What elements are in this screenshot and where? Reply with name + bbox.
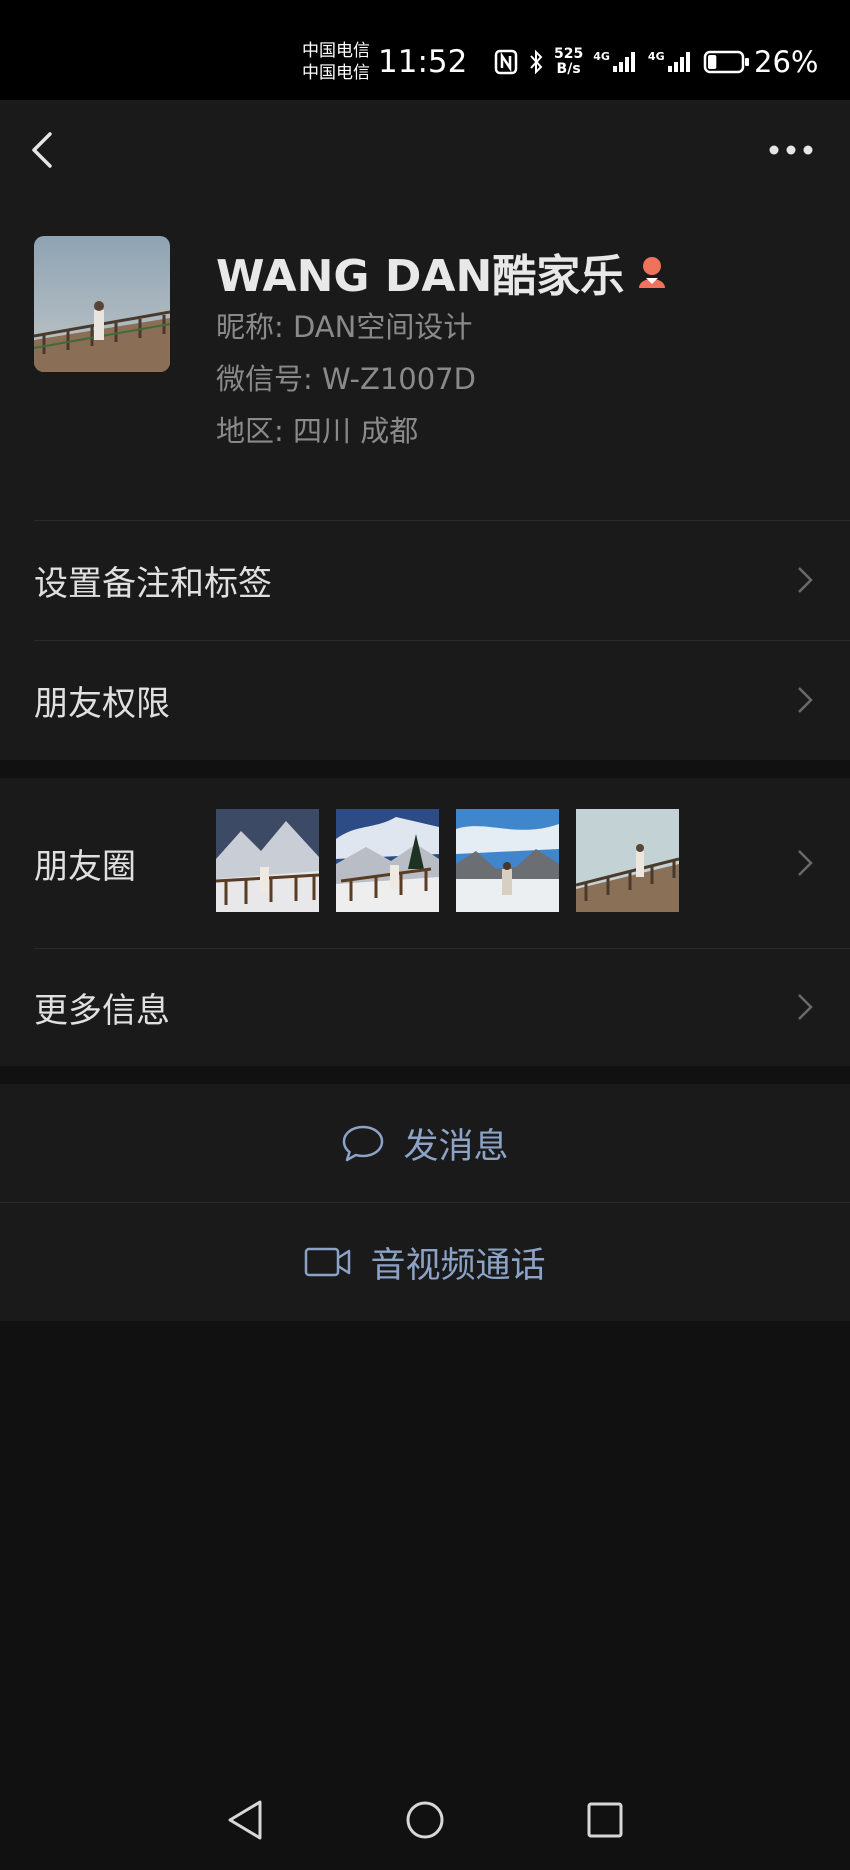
nickname: 昵称: DAN空间设计 bbox=[216, 310, 473, 344]
top-nav bbox=[0, 100, 850, 200]
video-call-button[interactable]: 音视频通话 bbox=[0, 1203, 850, 1321]
avatar-image bbox=[34, 236, 170, 372]
signal-2-label: 4G bbox=[647, 50, 665, 63]
net-speed: 525 B/s bbox=[554, 47, 583, 77]
battery-percent: 26% bbox=[754, 45, 819, 79]
chevron-right-icon bbox=[798, 567, 813, 593]
nfc-icon bbox=[494, 49, 518, 75]
settings-block: 设置备注和标签 朋友权限 bbox=[0, 520, 850, 760]
signal-bars-1 bbox=[612, 52, 635, 72]
moments-thumbnail[interactable] bbox=[576, 809, 679, 912]
status-icons: 525 B/s 4G 4G bbox=[494, 40, 751, 84]
moments-label: 朋友圈 bbox=[34, 846, 136, 887]
system-home-button[interactable] bbox=[401, 1796, 449, 1844]
wechat-id: 微信号: W-Z1007D bbox=[216, 362, 476, 396]
name-row: WANG DAN酷家乐 bbox=[216, 240, 668, 304]
friend-permission-row[interactable]: 朋友权限 bbox=[0, 640, 850, 760]
bluetooth-icon bbox=[530, 49, 543, 75]
chevron-right-icon bbox=[798, 687, 813, 713]
video-call-label: 音视频通话 bbox=[370, 1245, 546, 1286]
net-speed-value: 525 bbox=[554, 46, 584, 62]
moments-thumbnail[interactable] bbox=[336, 809, 439, 912]
thumbnail-image-2 bbox=[336, 809, 439, 912]
send-message-label: 发消息 bbox=[403, 1126, 509, 1167]
more-info-row[interactable]: 更多信息 bbox=[0, 948, 850, 1066]
send-message-button[interactable]: 发消息 bbox=[0, 1084, 850, 1202]
signal-icon: 4G bbox=[593, 50, 638, 74]
set-remark-label: 设置备注和标签 bbox=[34, 563, 272, 604]
net-speed-unit: B/s bbox=[556, 61, 581, 77]
battery-icon bbox=[703, 50, 749, 74]
set-remark-row[interactable]: 设置备注和标签 bbox=[0, 520, 850, 640]
moments-thumbnail[interactable] bbox=[456, 809, 559, 912]
thumbnail-image-1 bbox=[216, 809, 319, 912]
status-time: 11:52 bbox=[378, 44, 468, 80]
display-name: WANG DAN酷家乐 bbox=[216, 251, 625, 302]
system-back-button[interactable] bbox=[222, 1796, 270, 1844]
back-button[interactable] bbox=[26, 128, 66, 172]
chevron-left-icon bbox=[32, 132, 52, 168]
moments-thumbnails bbox=[216, 809, 679, 912]
carrier-2: 中国电信 bbox=[302, 63, 370, 83]
region: 地区: 四川 成都 bbox=[216, 414, 419, 448]
more-dots-icon bbox=[769, 145, 813, 155]
video-camera-icon bbox=[305, 1247, 351, 1277]
back-triangle-icon bbox=[228, 1800, 262, 1840]
moments-row[interactable]: 朋友圈 bbox=[0, 778, 850, 948]
home-circle-icon bbox=[406, 1801, 444, 1839]
profile-header: WANG DAN酷家乐 昵称: DAN空间设计 微信号: W-Z1007D 地区… bbox=[0, 200, 850, 520]
battery-level-fill bbox=[707, 55, 716, 69]
avatar[interactable] bbox=[34, 236, 170, 372]
carrier-labels: 中国电信 中国电信 bbox=[302, 40, 370, 84]
thumbnail-image-3 bbox=[456, 809, 559, 912]
chevron-right-icon bbox=[798, 850, 813, 876]
friend-permission-label: 朋友权限 bbox=[34, 683, 170, 724]
more-info-label: 更多信息 bbox=[34, 990, 170, 1031]
recents-square-icon bbox=[587, 1802, 623, 1838]
moments-thumbnail[interactable] bbox=[216, 809, 319, 912]
signal-1-label: 4G bbox=[593, 50, 610, 63]
more-button[interactable] bbox=[766, 136, 816, 164]
signal-bars-2 bbox=[667, 52, 690, 72]
thumbnail-image-4 bbox=[576, 809, 679, 912]
chat-bubble-icon bbox=[343, 1125, 384, 1162]
carrier-1: 中国电信 bbox=[302, 41, 370, 61]
status-bar: 中国电信 中国电信 11:52 525 B/s 4G 4G 26% bbox=[0, 0, 850, 100]
female-icon bbox=[639, 257, 666, 288]
moments-block: 朋友圈 更多信息 bbox=[0, 778, 850, 1066]
signal-icon-2: 4G bbox=[648, 50, 693, 74]
system-recents-button[interactable] bbox=[581, 1796, 629, 1844]
system-nav-bar bbox=[0, 1770, 850, 1870]
chevron-right-icon bbox=[798, 994, 813, 1020]
